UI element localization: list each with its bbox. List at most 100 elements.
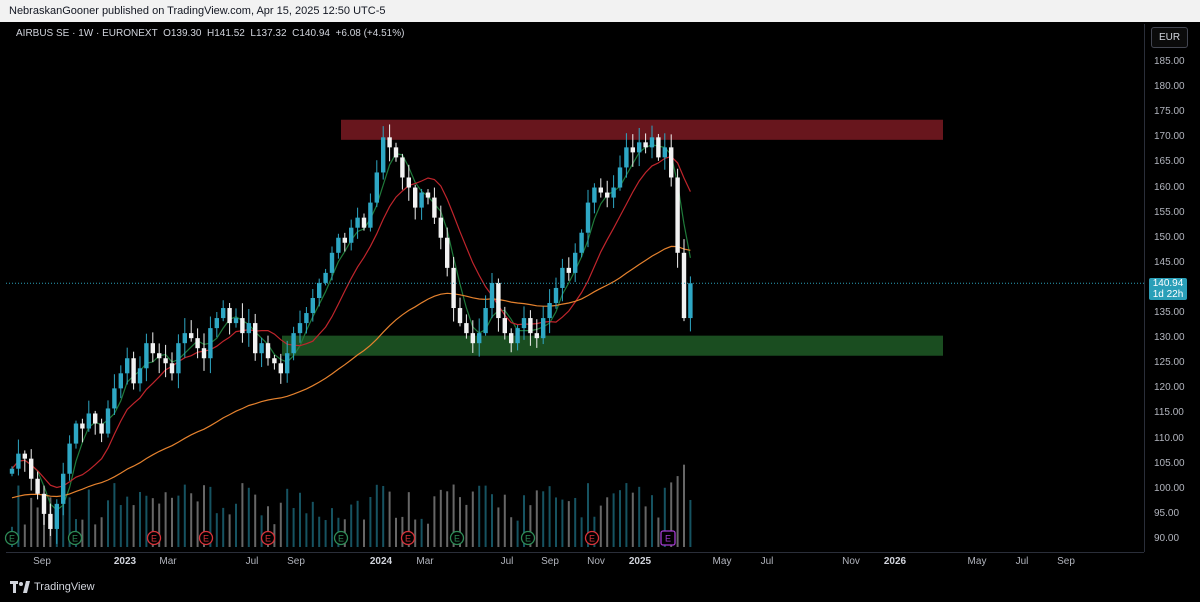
earnings-marker[interactable]: E xyxy=(67,530,83,546)
time-tick: Jul xyxy=(500,556,514,567)
candle xyxy=(336,233,341,259)
price-tick: 110.00 xyxy=(1154,432,1184,444)
earnings-marker[interactable]: E xyxy=(333,530,349,546)
time-tick: May xyxy=(967,556,987,567)
candle xyxy=(137,356,143,392)
earnings-marker[interactable]: E xyxy=(449,530,465,546)
candle xyxy=(419,188,424,220)
candle xyxy=(457,297,463,327)
candle xyxy=(201,333,207,371)
price-chart[interactable]: EEEEEEEEEEE xyxy=(0,0,1200,602)
candle xyxy=(611,175,616,209)
ma-short-line xyxy=(11,144,691,511)
volume-bar xyxy=(119,505,122,547)
volume-bar xyxy=(350,504,353,547)
volume-bar xyxy=(222,507,225,547)
earnings-marker[interactable]: E xyxy=(260,530,276,546)
volume-bar xyxy=(164,492,167,547)
time-tick: 2023 xyxy=(113,556,137,567)
bar-countdown: 1d 22h xyxy=(1152,289,1184,300)
volume-bar xyxy=(651,495,653,547)
volume-bar xyxy=(324,520,327,547)
support-zone[interactable] xyxy=(282,335,943,356)
volume-bar xyxy=(491,494,493,547)
candle xyxy=(189,320,194,342)
time-tick: Jul xyxy=(1015,556,1029,567)
candle xyxy=(246,309,251,347)
volume-bar xyxy=(190,493,193,547)
candle xyxy=(329,246,335,281)
candle xyxy=(675,168,680,268)
earnings-marker[interactable]: E xyxy=(660,530,676,546)
volume-bar xyxy=(139,491,141,547)
volume-bar xyxy=(286,488,289,547)
earnings-marker-label: E xyxy=(454,534,460,544)
candle xyxy=(349,219,354,251)
earnings-marker[interactable]: E xyxy=(146,530,162,546)
earnings-marker-label: E xyxy=(203,534,209,544)
time-tick: Jul xyxy=(245,556,259,567)
earnings-marker[interactable]: E xyxy=(400,530,416,546)
time-tick: 2024 xyxy=(369,556,393,567)
candle xyxy=(54,499,59,544)
candle xyxy=(521,306,527,340)
price-scale-divider xyxy=(1144,24,1145,552)
candle xyxy=(617,155,623,191)
price-tick: 130.00 xyxy=(1154,332,1185,344)
volume-bar xyxy=(241,483,244,547)
candle xyxy=(99,418,104,443)
candle xyxy=(483,295,488,336)
candle xyxy=(489,272,495,319)
volume-bar xyxy=(247,487,250,547)
volume-bar xyxy=(369,496,372,547)
candle xyxy=(144,333,149,382)
open-value: 139.30 xyxy=(170,28,202,39)
candle xyxy=(624,133,629,178)
candle xyxy=(400,153,405,190)
volume-bar xyxy=(382,485,385,547)
candle xyxy=(547,289,552,334)
earnings-marker-label: E xyxy=(405,534,411,544)
earnings-marker[interactable]: E xyxy=(4,530,20,546)
candle xyxy=(118,365,123,399)
time-tick: 2026 xyxy=(883,556,907,567)
volume-bar xyxy=(183,484,186,547)
volume-bar xyxy=(510,517,513,547)
candle xyxy=(688,276,693,332)
volume-bar xyxy=(478,485,481,547)
time-tick: Sep xyxy=(33,556,51,567)
volume-bar xyxy=(555,497,557,547)
candle xyxy=(566,257,571,281)
candle xyxy=(304,306,309,334)
currency-button[interactable]: EUR xyxy=(1151,27,1188,48)
candle xyxy=(598,178,603,198)
tradingview-logo[interactable]: TradingView xyxy=(10,581,95,593)
price-tick: 115.00 xyxy=(1154,407,1184,419)
resistance-zone[interactable] xyxy=(341,119,943,140)
earnings-marker[interactable]: E xyxy=(584,530,600,546)
candle xyxy=(425,189,431,205)
price-tick: 170.00 xyxy=(1154,131,1185,143)
last-price-value: 140.94 xyxy=(1152,278,1184,289)
volume-bar xyxy=(414,519,417,547)
earnings-marker-label: E xyxy=(72,534,78,544)
candle xyxy=(573,243,578,283)
volume-bar xyxy=(503,494,506,547)
volume-bar xyxy=(561,499,564,547)
moving-averages-layer xyxy=(11,144,691,511)
time-tick: May xyxy=(712,556,732,567)
time-axis-divider xyxy=(6,552,1144,553)
candle xyxy=(105,400,111,438)
candle xyxy=(368,193,373,232)
candle xyxy=(240,303,245,343)
volume-bar xyxy=(215,513,218,547)
change-value: +6.08 (+4.51%) xyxy=(335,28,405,39)
earnings-marker[interactable]: E xyxy=(520,530,536,546)
candle xyxy=(29,449,34,491)
candle xyxy=(112,374,117,415)
earnings-marker-label: E xyxy=(151,534,157,544)
earnings-marker[interactable]: E xyxy=(198,530,214,546)
volume-bar xyxy=(599,505,602,547)
candle xyxy=(67,435,72,481)
candle xyxy=(221,300,226,322)
